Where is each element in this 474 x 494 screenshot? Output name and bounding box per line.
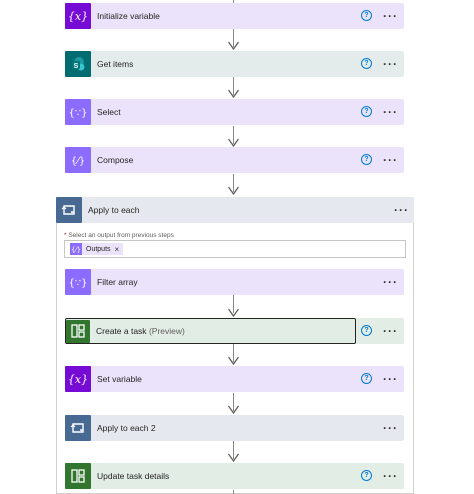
variable-icon: {x}	[65, 366, 91, 392]
data-operation-icon: {⁄}	[70, 243, 82, 255]
loop-icon	[56, 197, 82, 223]
step-create-a-task[interactable]: Create a task (Preview)	[65, 318, 356, 344]
arrow-down-icon	[228, 453, 239, 462]
step-title: Apply to each 2	[97, 423, 156, 433]
step-title: Initialize variable	[97, 11, 160, 21]
more-options-icon[interactable]: ···	[383, 10, 398, 22]
step-title: Update task details	[97, 471, 170, 481]
outputs-token[interactable]: {⁄} Outputs ×	[70, 243, 124, 255]
arrow-down-icon	[228, 41, 239, 50]
arrow-down-icon	[228, 138, 239, 147]
step-select[interactable]: {∵} Select ? ···	[65, 99, 404, 125]
preview-label: (Preview)	[148, 326, 185, 336]
help-icon[interactable]: ?	[361, 470, 372, 481]
more-options-icon[interactable]: ···	[383, 154, 398, 166]
loop-icon	[65, 415, 91, 441]
svg-text:{x}: {x}	[68, 10, 88, 23]
help-icon[interactable]: ?	[361, 58, 372, 69]
more-options-icon[interactable]: ···	[383, 373, 398, 385]
step-update-task-details[interactable]: Update task details ? ···	[65, 463, 404, 489]
remove-token-icon[interactable]: ×	[115, 245, 120, 254]
svg-text:{∵}: {∵}	[69, 278, 87, 289]
more-options-icon[interactable]: ···	[383, 276, 398, 288]
step-title: Compose	[97, 155, 134, 165]
field-label: * Select an output from previous steps	[64, 232, 174, 239]
step-title: Filter array	[97, 277, 138, 287]
svg-text:S: S	[74, 63, 79, 70]
data-operation-icon: {∵}	[65, 269, 91, 295]
step-initialize-variable[interactable]: {x} Initialize variable ? ···	[65, 3, 404, 29]
step-set-variable[interactable]: {x} Set variable ? ···	[65, 366, 404, 392]
help-icon[interactable]: ?	[361, 373, 372, 384]
data-operation-icon: {⁄}	[65, 147, 91, 173]
more-options-icon[interactable]: ···	[383, 58, 398, 70]
arrow-down-icon	[228, 89, 239, 98]
more-options-icon[interactable]: ···	[383, 422, 398, 434]
arrow-down-icon	[228, 308, 239, 317]
svg-text:{x}: {x}	[68, 373, 88, 386]
step-title: Create a task (Preview)	[96, 326, 185, 336]
step-filter-array[interactable]: {∵} Filter array ···	[65, 269, 404, 295]
data-operation-icon: {∵}	[65, 99, 91, 125]
step-title: Set variable	[97, 374, 142, 384]
step-apply-to-each-2[interactable]: Apply to each 2 ···	[65, 415, 404, 441]
planner-icon	[65, 463, 91, 489]
arrow-down-icon	[228, 356, 239, 365]
arrow-down-icon	[228, 186, 239, 195]
more-options-icon[interactable]: ···	[383, 325, 398, 337]
step-title: Get items	[97, 59, 134, 69]
svg-text:{⁄}: {⁄}	[71, 246, 81, 253]
apply-to-each-header[interactable]: Apply to each ···	[56, 197, 414, 223]
more-options-icon[interactable]: ···	[394, 204, 409, 216]
arrow-down-icon	[228, 405, 239, 414]
connector-line	[233, 490, 234, 494]
step-compose[interactable]: {⁄} Compose ? ···	[65, 147, 404, 173]
svg-text:{⁄}: {⁄}	[71, 156, 85, 167]
select-output-field[interactable]: {⁄} Outputs ×	[64, 240, 406, 258]
token-label: Outputs	[86, 245, 111, 253]
more-options-icon[interactable]: ···	[383, 106, 398, 118]
step-get-items[interactable]: S Get items ? ···	[65, 51, 404, 77]
more-options-icon[interactable]: ···	[383, 470, 398, 482]
help-icon[interactable]: ?	[361, 154, 372, 165]
planner-icon	[66, 319, 90, 343]
help-icon[interactable]: ?	[361, 10, 372, 21]
svg-text:{∵}: {∵}	[69, 108, 87, 119]
sharepoint-icon: S	[65, 51, 91, 77]
variable-icon: {x}	[65, 3, 91, 29]
help-icon[interactable]: ?	[361, 106, 372, 117]
help-icon[interactable]: ?	[361, 325, 372, 336]
apply-to-each-title: Apply to each	[88, 205, 140, 215]
step-title: Select	[97, 107, 121, 117]
